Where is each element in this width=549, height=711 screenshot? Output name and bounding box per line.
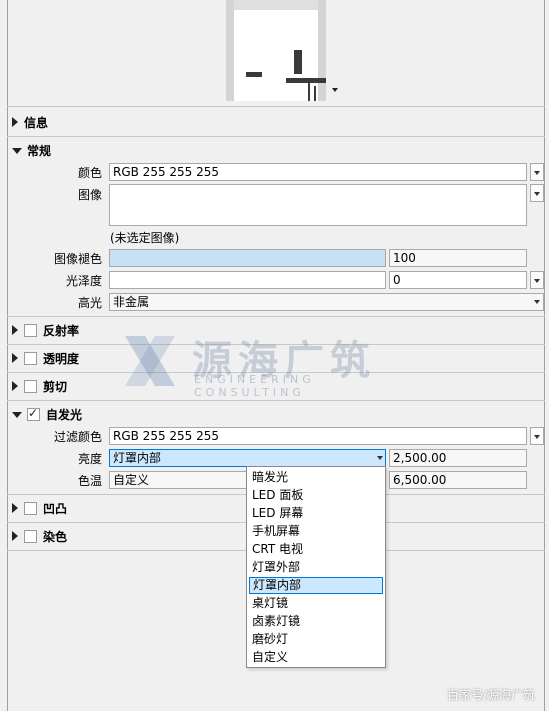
self-illumination-checkbox[interactable]	[27, 406, 40, 421]
luminance-option[interactable]: 自定义	[249, 649, 383, 666]
image-fade-slider-fill	[110, 250, 385, 266]
expand-arrow-icon[interactable]	[12, 353, 18, 363]
luminance-dropdown-list: 暗发光 LED 面板 LED 屏幕 手机屏幕 CRT 电视 灯罩外部 灯罩内部 桌灯镜 卤素灯镜…	[246, 466, 386, 668]
source-credit: 百家号/源海广筑	[446, 688, 535, 702]
luminance-option[interactable]: 灯罩内部	[249, 577, 383, 594]
luminance-option[interactable]: 灯罩外部	[249, 559, 383, 576]
luminance-option[interactable]: 卤素灯镜	[249, 613, 383, 630]
luminance-label: 亮度	[77, 452, 102, 466]
section-cutout[interactable]: 剪切	[12, 377, 67, 395]
section-tint-title: 染色	[43, 529, 68, 544]
image-fade-slider[interactable]	[109, 249, 386, 267]
collapse-arrow-icon[interactable]	[12, 412, 22, 418]
filter-color-field[interactable]: RGB 255 255 255	[109, 427, 527, 445]
section-self-illumination-title: 自发光	[46, 407, 83, 422]
luminance-option[interactable]: 暗发光	[249, 469, 383, 486]
color-temperature-select-value: 自定义	[113, 473, 150, 487]
section-tint[interactable]: 染色	[12, 527, 67, 545]
color-dropdown-button[interactable]	[530, 163, 544, 181]
expand-arrow-icon[interactable]	[12, 325, 18, 335]
transparency-checkbox[interactable]	[24, 351, 37, 365]
glossiness-slider[interactable]	[109, 271, 386, 289]
reflectivity-checkbox[interactable]	[24, 323, 37, 337]
divider	[7, 400, 545, 401]
bump-checkbox[interactable]	[24, 501, 37, 515]
chevron-down-icon	[534, 300, 540, 304]
tint-checkbox[interactable]	[24, 529, 37, 543]
section-general-title: 常规	[27, 143, 52, 158]
section-cutout-title: 剪切	[43, 379, 68, 394]
collapse-arrow-icon[interactable]	[12, 148, 22, 154]
image-slot[interactable]	[109, 184, 527, 226]
section-transparency[interactable]: 透明度	[12, 349, 79, 367]
color-field[interactable]: RGB 255 255 255	[109, 163, 527, 181]
highlights-select-value: 非金属	[113, 295, 150, 309]
luminance-option[interactable]: 磨砂灯	[249, 631, 383, 648]
divider	[7, 344, 545, 345]
glossiness-dropdown-button[interactable]	[530, 271, 544, 289]
section-bump[interactable]: 凹凸	[12, 499, 67, 517]
expand-arrow-icon[interactable]	[12, 531, 18, 541]
glossiness-label: 光泽度	[65, 274, 102, 288]
luminance-select-value: 灯罩内部	[113, 451, 162, 465]
section-info[interactable]: 信息	[12, 113, 48, 131]
section-transparency-title: 透明度	[43, 351, 80, 366]
luminance-option[interactable]: 手机屏幕	[249, 523, 383, 540]
divider	[7, 106, 545, 107]
image-dropdown-button[interactable]	[530, 184, 544, 202]
filter-color-label: 过滤颜色	[53, 430, 102, 444]
section-general[interactable]: 常规	[12, 141, 51, 159]
preview-options-chevron-icon[interactable]	[332, 88, 338, 92]
glossiness-value[interactable]: 0	[389, 271, 527, 289]
section-reflectivity[interactable]: 反射率	[12, 321, 79, 339]
cutout-checkbox[interactable]	[24, 379, 37, 393]
divider	[7, 316, 545, 317]
expand-arrow-icon[interactable]	[12, 503, 18, 513]
luminance-option[interactable]: LED 屏幕	[249, 505, 383, 522]
section-reflectivity-title: 反射率	[43, 323, 80, 338]
highlights-label: 高光	[77, 296, 102, 310]
color-label: 颜色	[77, 166, 102, 180]
section-bump-title: 凹凸	[43, 501, 68, 516]
filter-color-dropdown-button[interactable]	[530, 427, 544, 445]
image-fade-label: 图像褪色	[53, 252, 102, 266]
chevron-down-icon	[377, 456, 383, 460]
expand-arrow-icon[interactable]	[12, 381, 18, 391]
color-temperature-value[interactable]: 6,500.00	[389, 471, 527, 489]
luminance-option[interactable]: CRT 电视	[249, 541, 383, 558]
divider	[7, 372, 545, 373]
luminance-select[interactable]: 灯罩内部	[109, 449, 386, 467]
image-status-text: (未选定图像)	[110, 231, 180, 245]
material-preview-image[interactable]	[226, 0, 326, 101]
highlights-select[interactable]: 非金属	[109, 293, 544, 311]
luminance-option[interactable]: LED 面板	[249, 487, 383, 504]
color-temperature-label: 色温	[77, 474, 102, 488]
section-info-title: 信息	[24, 115, 49, 130]
divider	[7, 136, 545, 137]
image-label: 图像	[77, 188, 102, 202]
luminance-value[interactable]: 2,500.00	[389, 449, 527, 467]
image-fade-value[interactable]: 100	[389, 249, 527, 267]
expand-arrow-icon[interactable]	[12, 117, 18, 127]
section-self-illumination[interactable]: 自发光	[12, 405, 82, 423]
luminance-option[interactable]: 桌灯镜	[249, 595, 383, 612]
